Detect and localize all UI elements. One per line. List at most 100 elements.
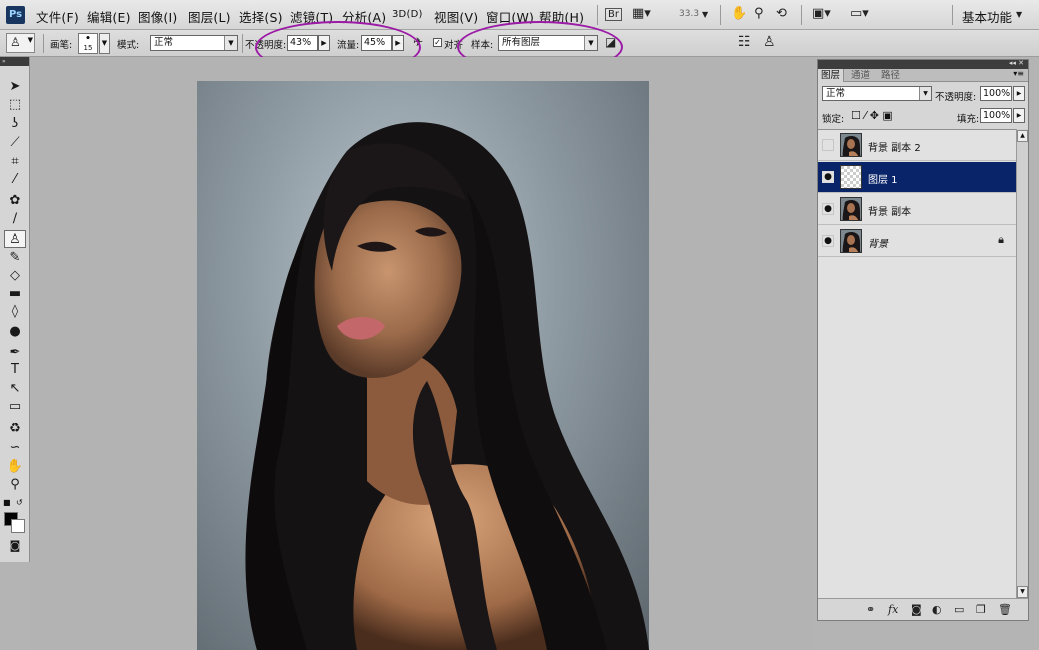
dodge-tool-icon[interactable]: ● [4, 323, 26, 341]
shape-tool-icon[interactable]: ▭ [4, 398, 26, 416]
brush-label: 画笔: [50, 40, 73, 51]
layer-row-selected[interactable]: ● 图层 1 [818, 162, 1016, 193]
tab-channels[interactable]: 通道 [848, 69, 873, 82]
lock-row: 锁定: ☐ ⁄ ✥ ▣ 填充: 100% ▶ [818, 104, 1028, 126]
zoom-dropdown-icon[interactable]: ▼ [702, 10, 708, 19]
scroll-up-icon[interactable]: ▲ [1017, 130, 1028, 142]
swap-colors-icon[interactable]: ↺ [16, 498, 23, 507]
clone-stamp-tool-icon[interactable]: ♙ [4, 230, 26, 248]
quick-selection-tool-icon[interactable]: ⟋ [4, 134, 26, 152]
lock-options-icon[interactable]: ☐ ⁄ ✥ ▣ [851, 109, 893, 122]
zoom-level[interactable]: 33.3 [679, 9, 699, 19]
layer-thumbnail [840, 133, 862, 157]
layer-name[interactable]: 背景 副本 [868, 203, 911, 218]
layer-opacity-slider-button[interactable]: ▶ [1013, 86, 1025, 101]
tab-layers[interactable]: 图层 [818, 69, 845, 82]
mode-value: 正常 [154, 37, 174, 48]
layers-scrollbar[interactable]: ▲ ▼ [1016, 129, 1028, 599]
scroll-down-icon[interactable]: ▼ [1017, 586, 1028, 598]
aligned-checkbox[interactable]: ✓ [433, 38, 442, 47]
menu-image[interactable]: 图像(I) [138, 7, 177, 26]
delete-layer-icon[interactable]: 🗑︎ [998, 603, 1012, 616]
background-color-swatch[interactable] [11, 519, 25, 533]
eraser-tool-icon[interactable]: ◇ [4, 267, 26, 285]
layer-name[interactable]: 背景 [868, 235, 888, 250]
portrait-image [245, 122, 649, 650]
new-group-icon[interactable]: ▭ [954, 603, 964, 616]
mini-bridge-icon[interactable]: ▦▾ [632, 6, 651, 21]
eye-icon[interactable]: ● [822, 235, 834, 247]
layer-opacity-label: 不透明度: [935, 92, 977, 103]
hand-tool-icon[interactable]: ✋ [731, 6, 747, 21]
brush-preset-picker[interactable]: • 15 [78, 33, 98, 54]
history-brush-tool-icon[interactable]: ✎ [4, 249, 26, 267]
crop-tool-icon[interactable]: ⌗ [4, 153, 26, 171]
menu-select[interactable]: 选择(S) [239, 7, 283, 26]
clone-source-panel-icon[interactable]: ♙ [763, 34, 776, 50]
eye-icon[interactable]: ● [822, 203, 834, 215]
menu-view[interactable]: 视图(V) [434, 7, 478, 26]
brush-dropdown[interactable]: ▼ [99, 33, 110, 54]
menu-edit[interactable]: 编辑(E) [87, 7, 131, 26]
brush-tool-icon[interactable]: ∕ [4, 210, 26, 228]
layer-row[interactable]: ● 背景 副本 [818, 194, 1016, 225]
blend-row: 正常 ▼ 不透明度: 100% ▶ [818, 82, 1028, 104]
blend-mode-select[interactable]: 正常 ▼ [822, 86, 932, 101]
path-selection-tool-icon[interactable]: ↖ [4, 380, 26, 398]
layer-name[interactable]: 图层 1 [868, 171, 898, 186]
pen-tool-icon[interactable]: ✒ [4, 344, 26, 362]
arrange-documents-icon[interactable]: ▣▾ [812, 6, 831, 21]
zoom-tool-icon[interactable]: ⚲ [4, 476, 26, 494]
lock-label: 锁定: [822, 114, 845, 125]
fill-input[interactable]: 100% [980, 108, 1012, 123]
menu-3d[interactable]: 3D(D) [392, 9, 423, 20]
3d-orbit-tool-icon[interactable]: ∽ [4, 439, 26, 457]
hand-tool-icon[interactable]: ✋ [4, 458, 26, 476]
layer-name[interactable]: 背景 副本 2 [868, 139, 921, 154]
workspace-dropdown-icon[interactable]: ▼ [1016, 10, 1022, 19]
layer-row[interactable]: ● 背景 🔒︎ [818, 226, 1016, 257]
quick-mask-icon[interactable]: ◙ [4, 537, 26, 555]
panel-title-strip[interactable]: ◂◂ ✕ [818, 59, 1028, 69]
document-canvas-area[interactable] [31, 57, 815, 650]
zoom-tool-icon[interactable]: ⚲ [754, 6, 764, 21]
visibility-toggle-off[interactable] [822, 139, 834, 151]
tab-paths[interactable]: 路径 [878, 69, 903, 82]
menu-layer[interactable]: 图层(L) [188, 7, 231, 26]
workspace-switcher[interactable]: 基本功能 [962, 7, 1012, 26]
marquee-tool-icon[interactable]: ⬚ [4, 96, 26, 114]
photoshop-window: Ps 文件(F) 编辑(E) 图像(I) 图层(L) 选择(S) 滤镜(T) 分… [0, 0, 1039, 650]
toolbox-grip[interactable]: » [0, 57, 29, 66]
gradient-tool-icon[interactable]: ▬ [4, 285, 26, 303]
fill-label: 填充: [957, 114, 980, 125]
3d-rotate-tool-icon[interactable]: ♻ [4, 420, 26, 438]
layer-opacity-input[interactable]: 100% [980, 86, 1012, 101]
fill-slider-button[interactable]: ▶ [1013, 108, 1025, 123]
options-separator [43, 34, 44, 53]
mode-select[interactable]: 正常 ▼ [150, 35, 238, 51]
new-layer-icon[interactable]: ❐ [976, 603, 986, 616]
screen-mode-icon[interactable]: ▭▾ [850, 6, 869, 21]
move-tool-icon[interactable]: ➤ [4, 78, 26, 96]
layer-style-icon[interactable]: fx [888, 603, 898, 616]
link-layers-icon[interactable]: ⚭ [866, 603, 875, 616]
document-photo[interactable] [197, 81, 649, 650]
add-mask-icon[interactable]: ◙ [911, 603, 922, 616]
panel-menu-icon[interactable]: ▾≡ [1013, 69, 1024, 78]
menu-separator [597, 5, 598, 25]
menu-file[interactable]: 文件(F) [36, 7, 79, 26]
healing-brush-tool-icon[interactable]: ✿ [4, 192, 26, 210]
tool-preset-picker[interactable]: ♙ ▼ [6, 33, 35, 53]
bridge-icon[interactable]: Br [605, 8, 622, 21]
blur-tool-icon[interactable]: ◊ [4, 303, 26, 321]
eye-icon[interactable]: ● [822, 171, 834, 183]
lasso-tool-icon[interactable]: ʖ [4, 115, 26, 133]
brush-panel-icon[interactable]: ☷ [738, 34, 751, 50]
rotate-view-icon[interactable]: ⟲ [776, 6, 787, 21]
adjustment-layer-icon[interactable]: ◐ [932, 603, 942, 616]
default-colors-icon[interactable]: ■ [3, 498, 11, 507]
collapse-panel-icon[interactable]: ◂◂ ✕ [1009, 59, 1024, 67]
layer-row[interactable]: 背景 副本 2 [818, 130, 1016, 161]
eyedropper-tool-icon[interactable]: ⁄ [4, 171, 26, 189]
type-tool-icon[interactable]: T [4, 361, 26, 379]
